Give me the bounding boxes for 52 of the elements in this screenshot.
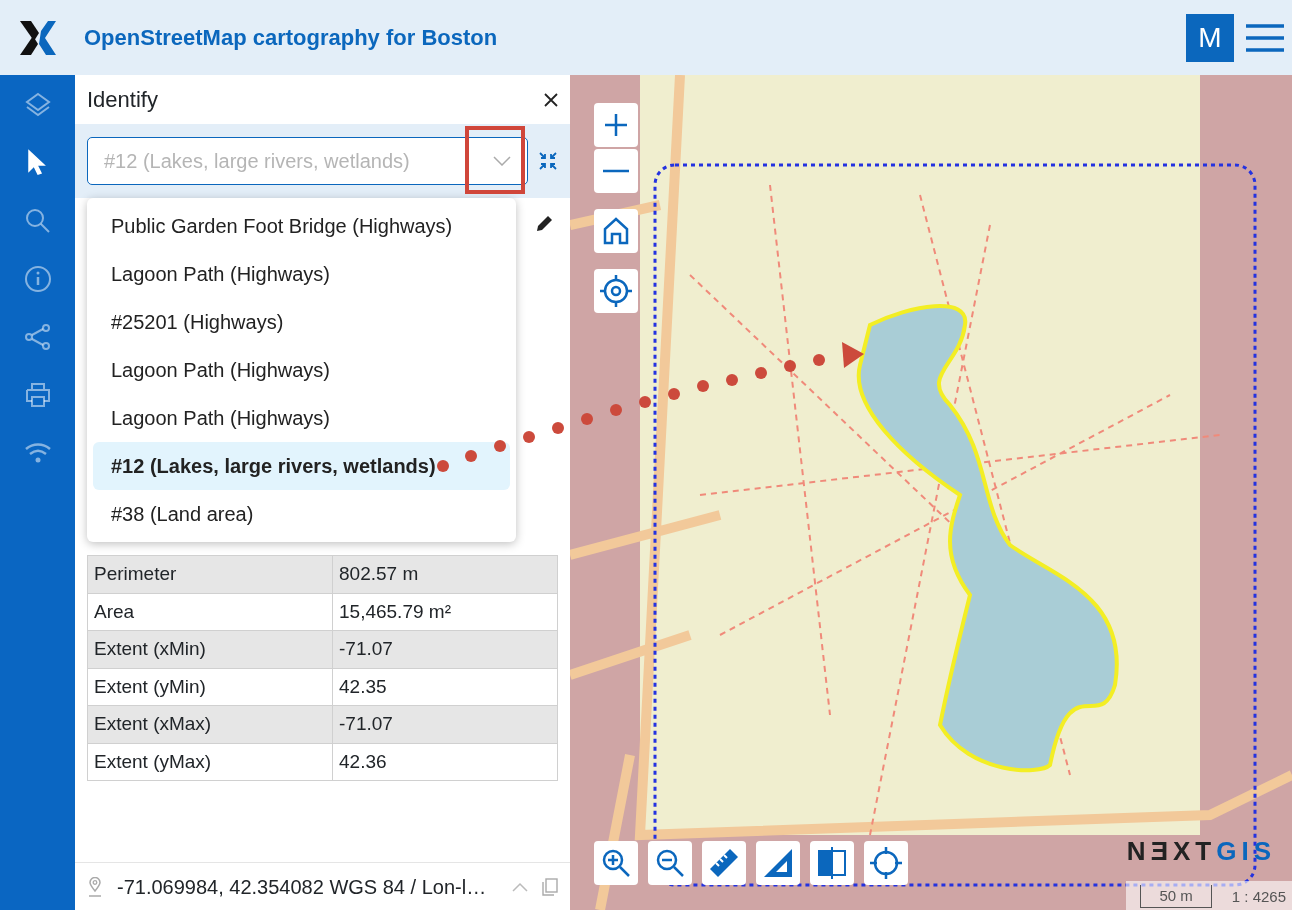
layers-icon[interactable]: [23, 91, 52, 119]
attribute-name: Extent (xMax): [87, 705, 333, 743]
attribute-value: 42.36: [332, 743, 558, 781]
scale-ratio: 1 : 4265: [1231, 886, 1286, 907]
dropdown-option[interactable]: #38 (Land area): [93, 490, 510, 538]
collapse-icon[interactable]: [538, 151, 558, 171]
minus-icon[interactable]: [603, 169, 629, 173]
compare-button[interactable]: [810, 841, 854, 885]
attribute-value: -71.07: [332, 630, 558, 668]
locate-button[interactable]: [594, 269, 638, 313]
attribute-value: 15,465.79 m²: [332, 593, 558, 631]
scale-label: 50 m: [1140, 884, 1212, 908]
coordinates-text: -71.069984, 42.354082 WGS 84 / Lon-l…: [117, 874, 487, 900]
user-avatar[interactable]: M: [1186, 13, 1234, 62]
dropdown-option[interactable]: Lagoon Path (Highways): [93, 250, 510, 298]
attribute-value: -71.07: [332, 705, 558, 743]
feature-select[interactable]: #12 (Lakes, large rivers, wetlands): [87, 137, 528, 185]
search-icon[interactable]: [23, 207, 52, 235]
info-icon[interactable]: [23, 265, 52, 293]
printer-icon[interactable]: [23, 381, 52, 409]
zoom-out-button[interactable]: [594, 149, 638, 193]
dropdown-option[interactable]: #12 (Lakes, large rivers, wetlands): [93, 442, 510, 490]
pencil-icon[interactable]: [536, 214, 554, 232]
attribute-name: Extent (xMin): [87, 630, 333, 668]
menu-icon[interactable]: [1246, 23, 1284, 52]
attribute-name: Area: [87, 593, 333, 631]
ruler-button[interactable]: [702, 841, 746, 885]
attribute-name: Extent (yMax): [87, 743, 333, 781]
zoom-in-button[interactable]: [594, 841, 638, 885]
dropdown-option[interactable]: #25201 (Highways): [93, 298, 510, 346]
dropdown-option[interactable]: Lagoon Path (Highways): [93, 394, 510, 442]
share-icon[interactable]: [23, 323, 52, 351]
home-icon[interactable]: [603, 217, 629, 245]
location-pin-icon: [87, 876, 103, 897]
logo-icon: [20, 20, 56, 55]
set-square-button[interactable]: [756, 841, 800, 885]
attribute-value: 42.35: [332, 668, 558, 706]
attribute-name: Extent (yMin): [87, 668, 333, 706]
home-button[interactable]: [594, 209, 638, 253]
dropdown-option[interactable]: Lagoon Path (Highways): [93, 346, 510, 394]
zoom-in-button[interactable]: [594, 103, 638, 147]
dropdown-option[interactable]: Public Garden Foot Bridge (Highways): [93, 202, 510, 250]
app-title: OpenStreetMap cartography for Boston: [84, 24, 498, 52]
panel-title: Identify: [87, 86, 158, 114]
highlight-frame: [465, 126, 525, 194]
close-icon[interactable]: [544, 92, 558, 107]
attribute-name: Perimeter: [87, 555, 333, 593]
brand-logo: NƎXT GIS: [1126, 834, 1276, 868]
attribute-value: 802.57 m: [332, 555, 558, 593]
crosshair-button[interactable]: [864, 841, 908, 885]
zoom-out-button[interactable]: [648, 841, 692, 885]
plus-icon[interactable]: [603, 112, 629, 138]
